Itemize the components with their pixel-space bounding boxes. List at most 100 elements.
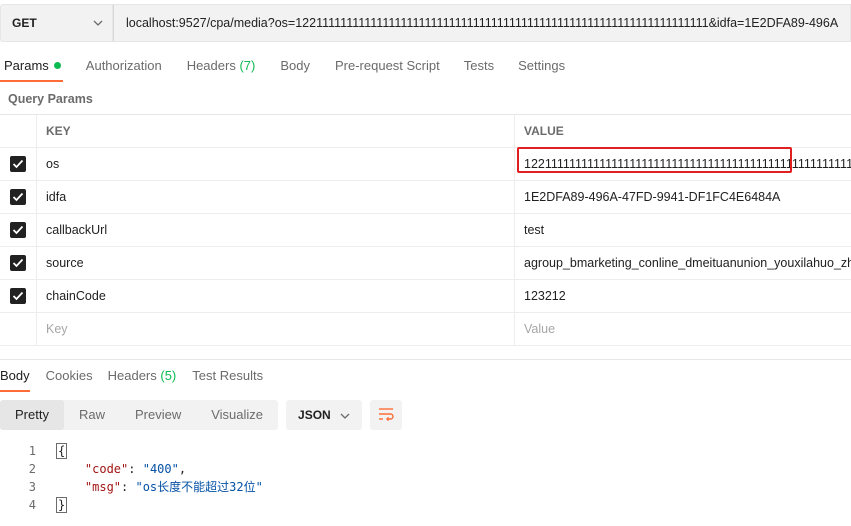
check-cell: [0, 313, 37, 345]
tab-params[interactable]: Params: [0, 56, 65, 82]
code-line: 3 "msg": "os长度不能超过32位": [0, 478, 851, 496]
query-params-title: Query Params: [8, 92, 93, 106]
table-row-new: Key Value: [0, 313, 851, 346]
headers-count: (7): [239, 58, 256, 73]
header-check-cell: [0, 115, 37, 147]
wrap-lines-icon: [378, 407, 394, 424]
check-cell: [0, 181, 37, 213]
tab-label: Test Results: [192, 368, 264, 383]
tab-pre-request-script[interactable]: Pre-request Script: [331, 56, 444, 82]
request-url-bar: GET localhost:9527/cpa/media?os=12211111…: [0, 4, 851, 42]
tab-tests[interactable]: Tests: [460, 56, 498, 82]
tab-label: Cookies: [45, 368, 93, 383]
code-text: {: [36, 442, 68, 460]
line-number: 1: [28, 444, 36, 458]
json-separator: :: [128, 462, 143, 476]
checkbox-checked-icon[interactable]: [10, 288, 26, 304]
param-value[interactable]: 123212: [515, 280, 851, 312]
tab-settings[interactable]: Settings: [514, 56, 569, 82]
column-header-value: VALUE: [524, 124, 564, 138]
tab-label: Body: [0, 368, 30, 383]
method-select[interactable]: GET: [0, 4, 113, 42]
response-view-toolbar: Pretty Raw Preview Visualize JSON: [0, 400, 403, 430]
tab-headers[interactable]: Headers (7): [183, 56, 260, 82]
code-line: 1 {: [0, 442, 851, 460]
tab-label: Pre-request Script: [334, 58, 440, 73]
tab-response-body[interactable]: Body: [0, 368, 30, 392]
checkbox-checked-icon[interactable]: [10, 255, 26, 271]
chevron-down-icon: [92, 17, 104, 29]
code-text: "msg": "os长度不能超过32位": [36, 478, 263, 496]
query-params-table: KEY VALUE os 122111111111111111111111111…: [0, 114, 851, 346]
param-value[interactable]: agroup_bmarketing_conline_dmeituanunion_…: [515, 247, 851, 279]
code-text: }: [36, 496, 68, 514]
tab-label: Settings: [518, 58, 566, 73]
table-row: idfa 1E2DFA89-496A-47FD-9941-DF1FC4E6484…: [0, 181, 851, 214]
json-key: "msg": [84, 480, 122, 494]
line-number: 4: [28, 498, 36, 512]
chevron-down-icon: [340, 408, 350, 422]
wrap-lines-button[interactable]: [370, 400, 403, 430]
check-cell: [0, 280, 37, 312]
view-pretty-button[interactable]: Pretty: [0, 400, 64, 430]
checkbox-checked-icon[interactable]: [10, 222, 26, 238]
tab-cookies[interactable]: Cookies: [46, 368, 93, 392]
tab-body[interactable]: Body: [276, 56, 314, 82]
code-line: 4 }: [0, 496, 851, 514]
param-key[interactable]: chainCode: [37, 280, 515, 312]
tab-label: Tests: [463, 58, 495, 73]
code-line: 2 "code": "400",: [0, 460, 851, 478]
tab-authorization[interactable]: Authorization: [82, 56, 166, 82]
line-number: 2: [28, 462, 36, 476]
check-cell: [0, 148, 37, 180]
view-visualize-button[interactable]: Visualize: [196, 400, 278, 430]
format-label: JSON: [298, 408, 331, 422]
json-string-value: "400": [142, 462, 179, 476]
open-brace: {: [56, 443, 68, 459]
check-cell: [0, 247, 37, 279]
tab-label: Headers: [186, 58, 236, 73]
param-value[interactable]: 1E2DFA89-496A-47FD-9941-DF1FC4E6484A: [515, 181, 851, 213]
line-number: 3: [28, 480, 36, 494]
json-key: "code": [84, 462, 129, 476]
checkbox-checked-icon[interactable]: [10, 156, 26, 172]
check-cell: [0, 214, 37, 246]
tab-test-results[interactable]: Test Results: [192, 368, 263, 392]
tab-label: Authorization: [85, 58, 162, 73]
json-comma: ,: [178, 462, 187, 476]
url-input[interactable]: localhost:9527/cpa/media?os=122111111111…: [113, 4, 851, 42]
params-active-dot: [53, 62, 61, 69]
new-key-input[interactable]: Key: [37, 313, 515, 345]
response-headers-count: (5): [160, 368, 177, 383]
tab-response-headers[interactable]: Headers (5): [108, 368, 177, 392]
format-select[interactable]: JSON: [286, 400, 363, 430]
table-row: os 1221111111111111111111111111111111111…: [0, 148, 851, 181]
response-tabs: Body Cookies Headers (5) Test Results: [0, 368, 277, 392]
view-raw-button[interactable]: Raw: [64, 400, 120, 430]
tab-label: Params: [4, 58, 49, 73]
param-key[interactable]: callbackUrl: [37, 214, 515, 246]
view-mode-selector: Pretty Raw Preview Visualize: [0, 400, 279, 430]
param-key[interactable]: source: [37, 247, 515, 279]
close-brace: }: [56, 497, 68, 513]
pane-divider[interactable]: [0, 359, 851, 360]
param-value[interactable]: 1221111111111111111111111111111111111111…: [515, 148, 851, 180]
table-row: source agroup_bmarketing_conline_dmeitua…: [0, 247, 851, 280]
view-preview-button[interactable]: Preview: [120, 400, 196, 430]
param-value[interactable]: test: [515, 214, 851, 246]
tab-label: Headers: [107, 368, 157, 383]
table-row: callbackUrl test: [0, 214, 851, 247]
request-tabs: Params Authorization Headers (7) Body Pr…: [0, 56, 569, 82]
response-body-code: 1 { 2 "code": "400", 3 "msg": "os长度不能超过3…: [0, 442, 851, 514]
tab-label: Body: [280, 58, 310, 73]
table-row: chainCode 123212: [0, 280, 851, 313]
param-key[interactable]: os: [37, 148, 515, 180]
table-header-row: KEY VALUE: [0, 115, 851, 148]
json-string-value: "os长度不能超过32位": [135, 480, 263, 494]
code-text: "code": "400",: [36, 460, 186, 478]
method-label: GET: [12, 16, 37, 30]
param-key[interactable]: idfa: [37, 181, 515, 213]
checkbox-checked-icon[interactable]: [10, 189, 26, 205]
json-separator: :: [121, 480, 136, 494]
new-value-input[interactable]: Value: [515, 313, 851, 345]
